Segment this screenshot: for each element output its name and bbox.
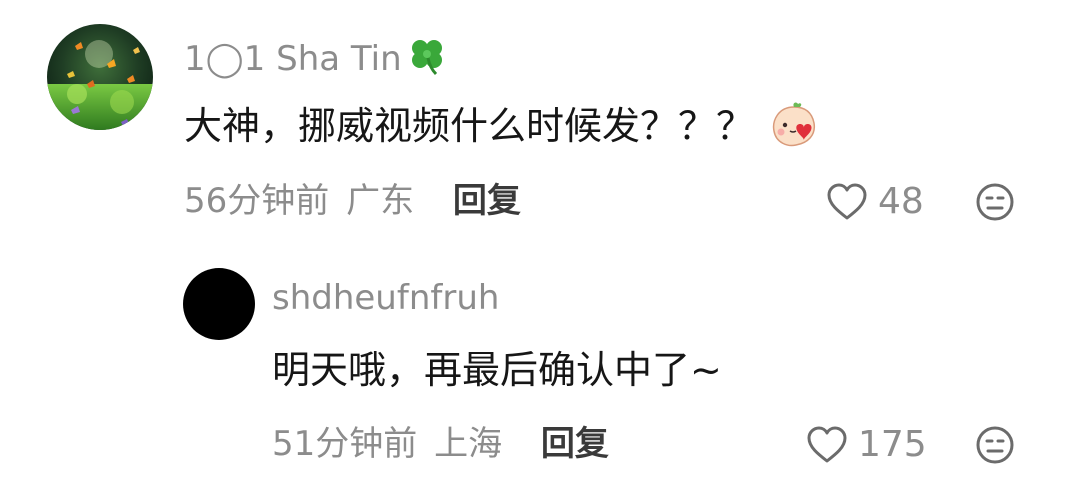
comment-username[interactable]: shdheufnfruh (272, 278, 499, 318)
comment-location: 上海 (434, 424, 503, 464)
reply-button[interactable]: 回复 (541, 424, 609, 464)
avatar[interactable] (183, 268, 255, 340)
comment-item: 1◯1 Sha Tin 大神，挪威视频什么时候发？？？ 56分钟前 广东 回复 (0, 0, 1080, 250)
comment-time: 56分钟前 (184, 181, 330, 221)
avatar[interactable] (47, 24, 153, 130)
comment-text: 大神，挪威视频什么时候发？？？ (184, 101, 820, 159)
four-leaf-clover-icon (406, 34, 448, 85)
comment-meta: 56分钟前 广东 回复 (184, 181, 521, 221)
username-text: 1◯1 Sha Tin (184, 39, 402, 79)
comment-meta: 51分钟前 上海 回复 (272, 424, 609, 464)
comment-text-content: 大神，挪威视频什么时候发？？？ (184, 104, 755, 148)
heart-outline-icon (827, 183, 867, 219)
comment-username[interactable]: 1◯1 Sha Tin (184, 34, 448, 85)
like-button[interactable]: 175 (806, 424, 927, 465)
dislike-face-icon (976, 426, 1014, 464)
butterfly-garden-avatar-image (47, 24, 153, 130)
dislike-button[interactable] (975, 425, 1015, 469)
comment-text: 明天哦，再最后确认中了~ (272, 348, 722, 392)
dislike-face-icon (976, 183, 1014, 221)
reply-button[interactable]: 回复 (453, 181, 521, 221)
comment-location: 广东 (346, 181, 415, 221)
dislike-button[interactable] (975, 182, 1015, 226)
blushing-peach-sticker-icon (768, 101, 820, 159)
heart-outline-icon (807, 426, 847, 462)
like-count: 48 (878, 181, 924, 222)
comment-time: 51分钟前 (272, 424, 418, 464)
reply-comment-item: shdheufnfruh 明天哦，再最后确认中了~ 51分钟前 上海 回复 17… (0, 250, 1080, 500)
like-button[interactable]: 48 (826, 181, 924, 222)
like-count: 175 (858, 424, 927, 465)
